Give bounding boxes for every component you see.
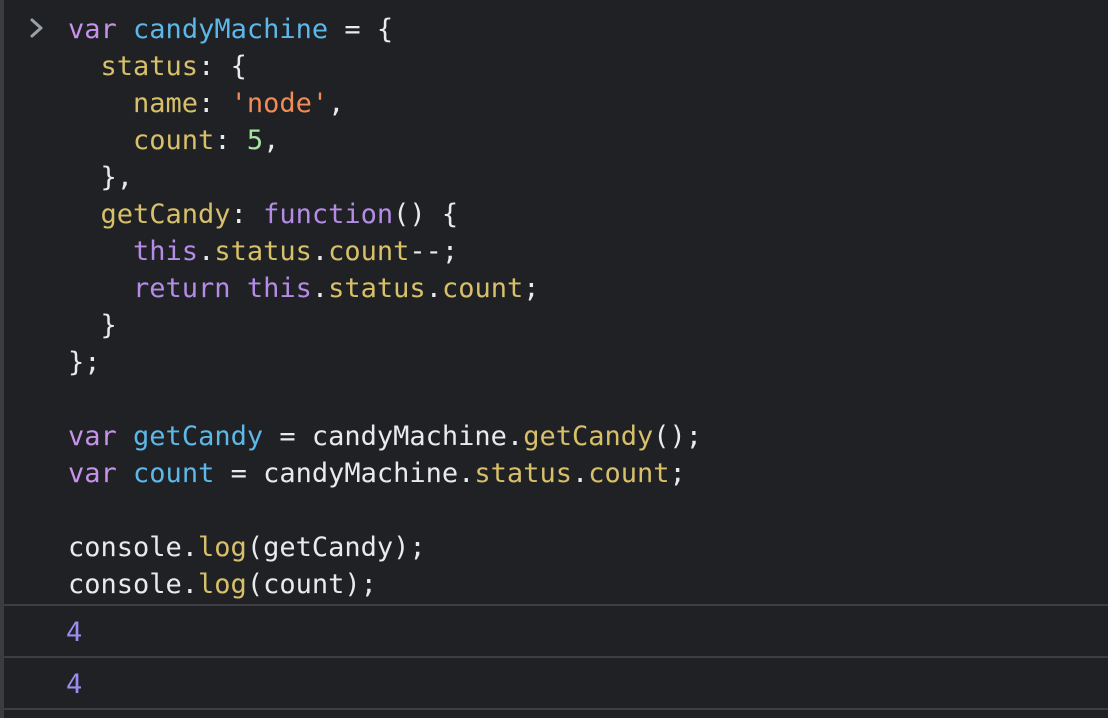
code-token: ,: [263, 125, 280, 156]
code-token: function: [263, 199, 394, 230]
console-output-row: 4: [4, 658, 1108, 710]
code-line: console.log(getCandy);: [68, 529, 702, 566]
code-token: console.: [68, 532, 199, 563]
code-token: }: [68, 310, 117, 341]
code-token: .: [198, 236, 215, 267]
chevron-right-icon: [26, 16, 48, 40]
code-token: count: [588, 458, 670, 489]
code-token: = candyMachine.: [214, 458, 475, 489]
code-token: (getCandy);: [246, 532, 426, 563]
code-token: this: [246, 273, 312, 304]
code-token: status: [100, 51, 199, 82]
code-token: },: [68, 162, 134, 193]
code-token: name: [133, 88, 199, 119]
code-token: :: [214, 125, 247, 156]
code-token: count: [441, 273, 524, 304]
code-line: status: {: [68, 48, 702, 85]
code-line: var candyMachine = {: [68, 11, 702, 48]
code-token: getCandy: [523, 421, 654, 452]
code-editor[interactable]: var candyMachine = { status: { name: 'no…: [68, 11, 702, 603]
code-token: :: [230, 199, 264, 230]
code-token: .: [425, 273, 442, 304]
code-token: var: [68, 458, 117, 489]
code-token: ;: [523, 273, 540, 304]
code-token: this: [133, 236, 199, 267]
console-input-entry[interactable]: var candyMachine = { status: { name: 'no…: [4, 0, 1108, 606]
code-line: }: [68, 307, 702, 344]
code-token: count: [133, 458, 215, 489]
code-line: var getCandy = candyMachine.getCandy();: [68, 418, 702, 455]
code-token: (count);: [246, 569, 377, 600]
code-token: ,: [328, 88, 345, 119]
code-token: status: [474, 458, 572, 489]
code-line: getCandy: function() {: [68, 196, 702, 233]
code-token: () {: [393, 199, 459, 230]
code-token: candyMachine: [133, 14, 329, 45]
code-token: return: [133, 273, 231, 304]
code-token: console.: [68, 569, 199, 600]
code-token: status: [328, 273, 426, 304]
code-token: };: [68, 347, 101, 378]
code-token: .: [311, 236, 329, 267]
output-value: 4: [66, 669, 83, 700]
code-token: count: [328, 236, 410, 267]
code-token: getCandy: [133, 421, 264, 452]
code-token: : {: [198, 51, 247, 82]
code-token: ();: [653, 421, 703, 452]
code-line: };: [68, 344, 702, 381]
code-line: count: 5,: [68, 122, 702, 159]
code-token: count: [133, 125, 215, 156]
code-token: 5: [246, 125, 264, 156]
code-line: return this.status.count;: [68, 270, 702, 307]
code-token: :: [198, 88, 231, 119]
code-token: .: [311, 273, 329, 304]
code-line: },: [68, 159, 702, 196]
code-token: = candyMachine.: [263, 421, 524, 452]
console-output-row: 4: [4, 606, 1108, 658]
code-line: console.log(count);: [68, 566, 702, 603]
code-token: getCandy: [100, 199, 231, 230]
code-token: status: [214, 236, 312, 267]
code-line: name: 'node',: [68, 85, 702, 122]
code-token: .: [571, 458, 589, 489]
code-token: --;: [409, 236, 459, 267]
devtools-console: var candyMachine = { status: { name: 'no…: [0, 0, 1108, 718]
code-token: log: [198, 569, 247, 600]
code-token: = {: [328, 14, 394, 45]
code-token: var: [68, 421, 117, 452]
code-token: 'node': [230, 88, 329, 119]
code-token: log: [198, 532, 247, 563]
code-token: ;: [669, 458, 686, 489]
output-value: 4: [66, 617, 83, 648]
code-line: this.status.count--;: [68, 233, 702, 270]
code-token: var: [68, 14, 117, 45]
console-output-list: 44: [4, 606, 1108, 710]
code-line: var count = candyMachine.status.count;: [68, 455, 702, 492]
